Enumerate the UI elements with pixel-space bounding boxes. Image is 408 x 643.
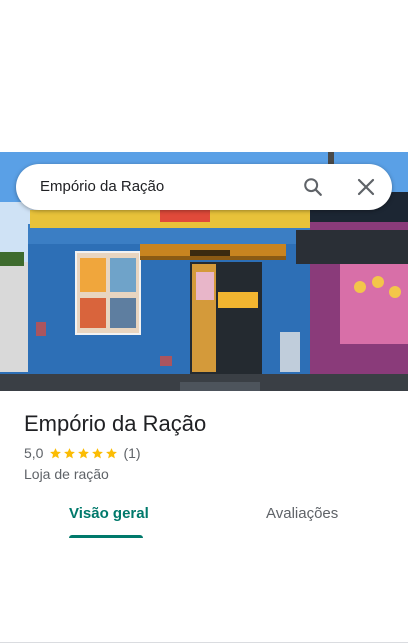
tab-bar: Visão geral Avaliações <box>0 495 408 643</box>
star-icon <box>92 447 104 458</box>
search-input[interactable]: Empório da Ração <box>40 178 164 195</box>
rating-row[interactable]: 5,0 (1) <box>24 445 141 461</box>
close-icon[interactable] <box>356 177 376 197</box>
star-icon <box>106 447 118 458</box>
star-icon <box>78 447 90 458</box>
tab-reviews[interactable]: Avaliações <box>266 505 338 522</box>
place-info-panel: Empório da Ração 5,0 (1) Loja de ração V… <box>0 391 408 643</box>
rating-value: 5,0 <box>24 445 44 461</box>
search-icon[interactable] <box>302 176 324 198</box>
star-icon <box>50 447 62 458</box>
place-title: Empório da Ração <box>24 411 207 436</box>
tab-selected-indicator <box>69 535 143 538</box>
search-bar[interactable]: Empório da Ração <box>16 164 392 210</box>
star-icon <box>64 447 76 458</box>
tab-overview[interactable]: Visão geral <box>69 505 149 522</box>
rating-stars <box>49 447 119 460</box>
reviews-count[interactable]: (1) <box>123 445 140 461</box>
place-category[interactable]: Loja de ração <box>24 466 109 482</box>
